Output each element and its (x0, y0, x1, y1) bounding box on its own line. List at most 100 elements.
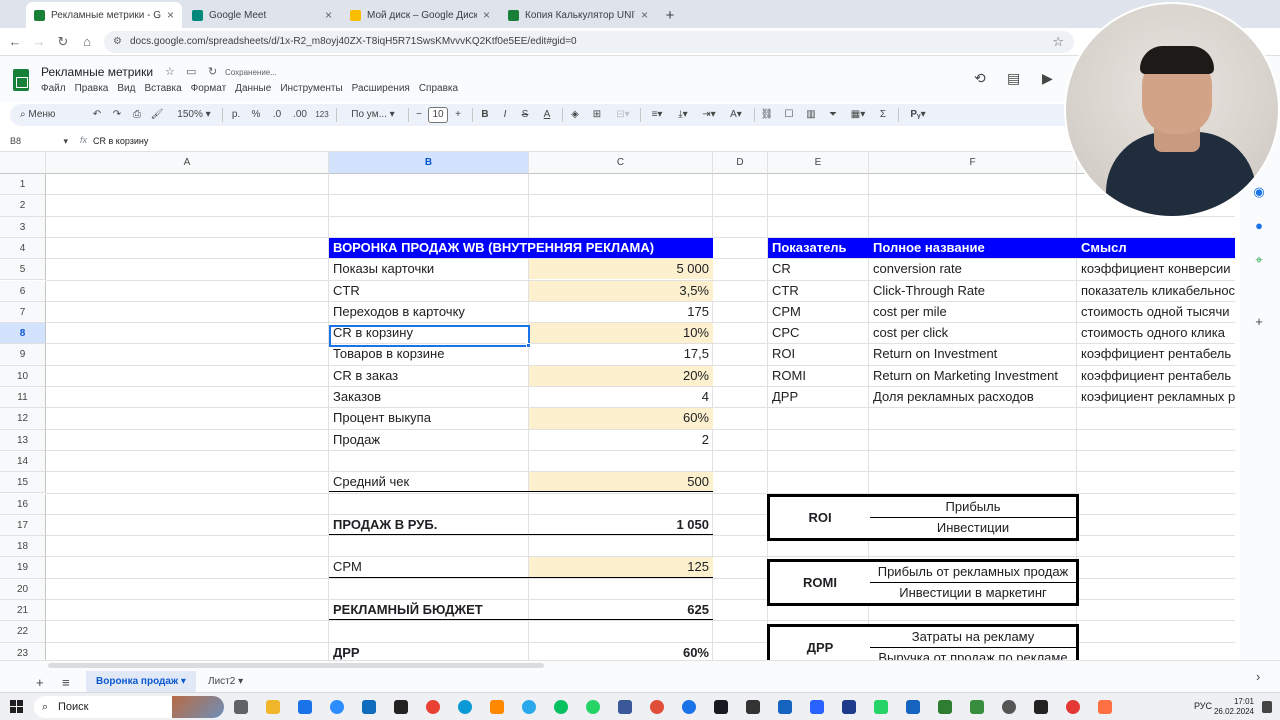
column-header-e[interactable]: E (768, 152, 869, 174)
browser-tab-sheets[interactable]: Рекламные метрики - Google × (26, 2, 182, 28)
forward-icon[interactable]: → (30, 33, 48, 51)
app-icon[interactable] (842, 700, 856, 714)
decrease-decimal-button[interactable]: .0 (268, 104, 286, 126)
percent-format-button[interactable]: % (250, 104, 262, 126)
search-menu-button[interactable]: ⌕ Меню (20, 104, 82, 126)
print-icon[interactable]: ⎙ (130, 104, 144, 126)
italic-icon[interactable]: I (498, 104, 512, 126)
whatsapp-icon[interactable] (586, 700, 600, 714)
funnel-label[interactable]: Процент выкупа (329, 408, 529, 428)
row-header-5[interactable]: 5 (0, 259, 46, 281)
funnel-value[interactable]: 2 (529, 430, 713, 450)
insert-chart-icon[interactable]: ▥ (804, 104, 818, 126)
menu-insert[interactable]: Вставка (144, 83, 181, 94)
column-header-f[interactable]: F (869, 152, 1077, 174)
spreadsheet-grid[interactable]: A B C D E F G 12345678910111213141516171… (0, 152, 1235, 660)
new-tab-button[interactable]: + (660, 2, 680, 28)
glossary-header-abbr[interactable]: Показатель (768, 237, 869, 259)
glossary-meaning[interactable]: коэффициент рентабель (1077, 344, 1235, 364)
windows-start-icon[interactable] (10, 700, 23, 713)
currency-format-button[interactable]: р. (230, 104, 242, 126)
add-sheet-icon[interactable]: + (36, 675, 44, 690)
merge-cells-icon[interactable]: ⊟▾ (612, 104, 634, 126)
menu-view[interactable]: Вид (117, 83, 135, 94)
browser-tab-meet[interactable]: Google Meet × (184, 2, 340, 28)
column-header-d[interactable]: D (713, 152, 768, 174)
glossary-full-name[interactable]: Return on Marketing Investment (869, 366, 1077, 386)
app-icon[interactable] (874, 700, 888, 714)
funnel-value[interactable]: 1 050 (529, 515, 713, 536)
input-language[interactable]: РУС (1194, 701, 1212, 711)
menu-help[interactable]: Справка (419, 83, 458, 94)
text-rotation-icon[interactable]: A▾ (724, 104, 748, 126)
decrease-font-size-icon[interactable]: − (413, 104, 425, 126)
close-tab-icon[interactable]: × (641, 8, 648, 22)
home-icon[interactable]: ⌂ (78, 33, 96, 51)
zoom-select[interactable]: 150% ▾ (174, 104, 214, 126)
meet-icon[interactable]: ▶ (1042, 70, 1053, 87)
font-select[interactable]: По ум... ▾ (344, 104, 402, 126)
menu-edit[interactable]: Правка (75, 83, 109, 94)
wechat-icon[interactable] (554, 700, 568, 714)
glossary-abbr[interactable]: CPC (768, 323, 869, 343)
more-formats-button[interactable]: 123 (314, 104, 330, 126)
name-box[interactable]: B8 ▾ (10, 136, 68, 147)
column-header-a[interactable]: A (46, 152, 329, 174)
browser-tab-drive[interactable]: Мой диск – Google Диск × (342, 2, 498, 28)
insert-comment-icon[interactable]: ☐ (782, 104, 796, 126)
row-header-1[interactable]: 1 (0, 174, 46, 196)
menu-data[interactable]: Данные (235, 83, 271, 94)
row-header-23[interactable]: 23 (0, 642, 46, 660)
row-header-14[interactable]: 14 (0, 450, 46, 473)
funnel-label[interactable]: Средний чек (329, 472, 529, 493)
row-header-11[interactable]: 11 (0, 387, 46, 409)
app-icon[interactable] (1066, 700, 1080, 714)
menu-format[interactable]: Формат (191, 83, 227, 94)
funnel-value[interactable]: 17,5 (529, 344, 713, 364)
maps-icon[interactable]: ⌖ (1252, 252, 1266, 267)
row-header-13[interactable]: 13 (0, 429, 46, 451)
funnel-value[interactable]: 125 (529, 557, 713, 578)
funnel-value[interactable]: 500 (529, 472, 713, 493)
filter-views-icon[interactable]: ▦▾ (846, 104, 870, 126)
funnel-label[interactable]: CTR (329, 281, 529, 301)
glossary-abbr[interactable]: CR (768, 259, 869, 279)
glossary-full-name[interactable]: Return on Investment (869, 344, 1077, 364)
mail-icon[interactable] (362, 700, 376, 714)
glossary-header-meaning[interactable]: Смысл (1077, 237, 1235, 259)
funnel-value[interactable]: 175 (529, 302, 713, 322)
glossary-abbr[interactable]: ROMI (768, 366, 869, 386)
column-header-c[interactable]: C (529, 152, 713, 174)
glossary-meaning[interactable]: показатель кликабельнос (1077, 281, 1235, 301)
document-title[interactable]: Рекламные метрики (41, 65, 153, 79)
glossary-full-name[interactable]: Click-Through Rate (869, 281, 1077, 301)
reload-icon[interactable]: ↻ (54, 33, 72, 51)
formula-input[interactable]: CR в корзину (93, 136, 148, 146)
row-header-8[interactable]: 8 (0, 323, 46, 345)
glossary-meaning[interactable]: коэффициент рентабель (1077, 366, 1235, 386)
site-info-icon[interactable]: ⚙ (113, 31, 122, 53)
back-icon[interactable]: ← (6, 33, 24, 51)
fill-color-icon[interactable]: ◈ (568, 104, 582, 126)
glossary-full-name[interactable]: conversion rate (869, 259, 1077, 279)
yandex-icon[interactable] (1098, 700, 1112, 714)
sheet-tab-list2[interactable]: Лист2 ▾ (198, 671, 253, 693)
app-icon[interactable] (746, 700, 760, 714)
row-header-6[interactable]: 6 (0, 280, 46, 302)
redo-icon[interactable]: ↷ (110, 104, 124, 126)
menu-file[interactable]: Файл (41, 83, 66, 94)
task-view-icon[interactable] (234, 700, 248, 714)
notifications-icon[interactable] (1262, 701, 1272, 713)
bookmark-star-icon[interactable]: ☆ (1052, 31, 1064, 53)
paint-format-icon[interactable]: 🖌 (150, 104, 164, 126)
funnel-label[interactable]: РЕКЛАМНЫЙ БЮДЖЕТ (329, 600, 529, 621)
browser-tab-calculator[interactable]: Копия Калькулятор UNIT экон × (500, 2, 656, 28)
app-icon[interactable] (650, 700, 664, 714)
url-field[interactable]: ⚙ docs.google.com/spreadsheets/d/1x-R2_m… (104, 31, 1074, 53)
functions-icon[interactable]: Σ (876, 104, 890, 126)
input-tools-icon[interactable]: Рᵧ▾ (904, 104, 932, 126)
funnel-label[interactable]: CR в заказ (329, 366, 529, 386)
glossary-abbr[interactable]: CTR (768, 281, 869, 301)
row-header-12[interactable]: 12 (0, 408, 46, 430)
funnel-value[interactable]: 60% (529, 408, 713, 429)
